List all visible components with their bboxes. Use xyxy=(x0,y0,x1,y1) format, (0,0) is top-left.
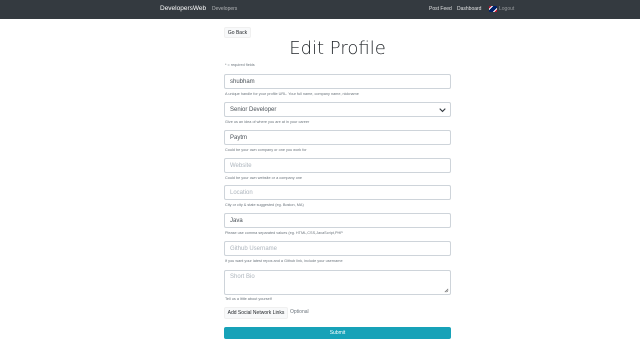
required-fields-note: * = required fields xyxy=(225,63,255,67)
nav-logout-link[interactable]: Logout xyxy=(499,6,514,12)
page-title: Edit Profile xyxy=(289,38,386,59)
status-help: Give us an idea of where you are at in y… xyxy=(225,120,310,124)
bio-help: Tell us a little about yourself xyxy=(225,297,272,301)
resize-grip-icon[interactable] xyxy=(444,288,449,293)
company-help: Could be your own company or one you wor… xyxy=(225,148,307,152)
skills-help: Please use comma separated values (eg. H… xyxy=(225,231,343,235)
website-help: Could be your own website or a company o… xyxy=(225,176,303,180)
add-social-links-button[interactable]: Add Social Network Links xyxy=(224,307,288,319)
chevron-down-icon xyxy=(439,108,446,113)
nav-post-feed-link[interactable]: Post Feed xyxy=(429,6,452,12)
status-select-value: Senior Developer xyxy=(230,106,277,113)
company-field[interactable]: Paytm xyxy=(224,130,451,145)
brand-link[interactable]: DevelopersWeb xyxy=(160,5,206,12)
optional-label: Optional xyxy=(290,309,309,315)
bio-placeholder: Short Bio xyxy=(230,274,255,280)
bio-textarea[interactable]: Short Bio xyxy=(224,270,451,295)
handle-field[interactable]: shubham xyxy=(224,74,451,89)
website-field[interactable]: Website xyxy=(224,158,451,173)
github-help: If you want your latest repos and a Gith… xyxy=(225,259,343,263)
location-help: City or city & state suggested (eg. Bost… xyxy=(225,203,304,207)
status-select[interactable]: Senior Developer xyxy=(224,102,451,117)
nav-dashboard-link[interactable]: Dashboard xyxy=(457,6,481,12)
github-username-field[interactable]: Github Username xyxy=(224,241,451,256)
navbar: DevelopersWeb Developers Post Feed Dashb… xyxy=(0,0,640,19)
nav-developers-link[interactable]: Developers xyxy=(212,6,237,12)
avatar xyxy=(489,6,497,12)
submit-button[interactable]: Submit xyxy=(224,327,451,339)
handle-help: A unique handle for your profile URL. Yo… xyxy=(225,92,359,96)
go-back-button[interactable]: Go Back xyxy=(224,27,251,38)
skills-field[interactable]: Java xyxy=(224,213,451,228)
location-field[interactable]: Location xyxy=(224,185,451,200)
